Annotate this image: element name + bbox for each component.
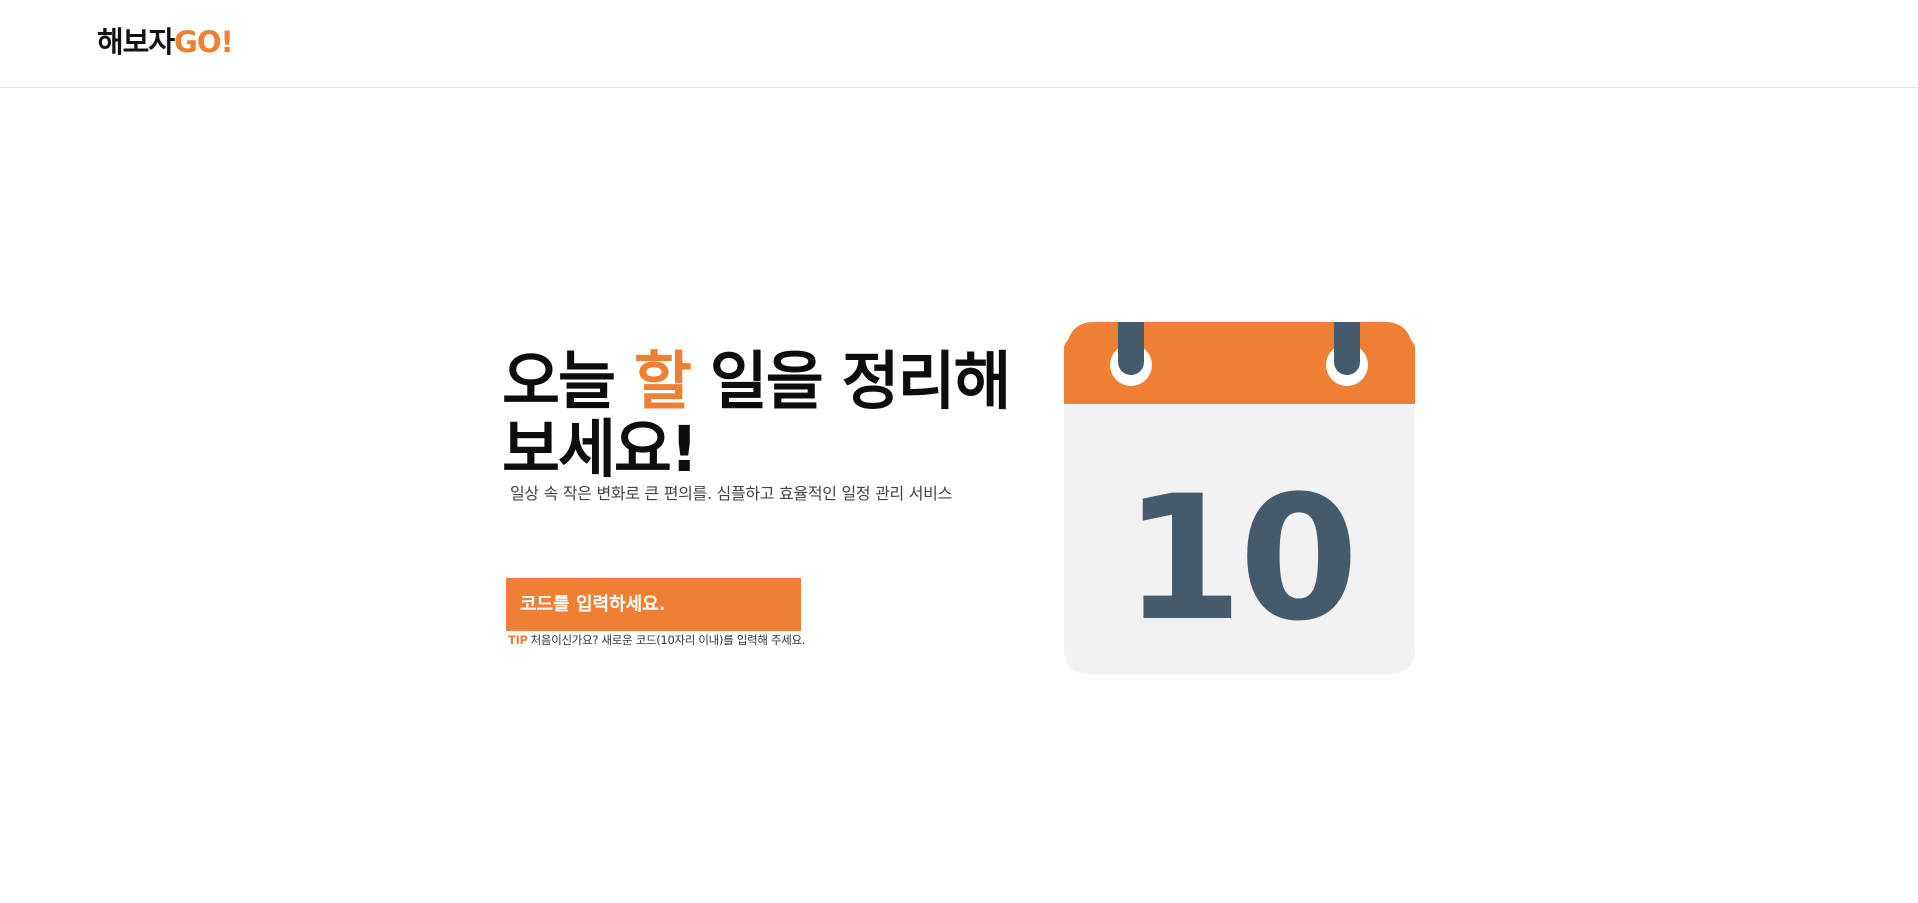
calendar-icon: 10 xyxy=(1064,322,1415,674)
hero-title-accent: 할 xyxy=(633,345,692,418)
calendar-ring-left xyxy=(1118,322,1144,375)
hero-title: 오늘 할 일을 정리해 보세요! xyxy=(502,348,1022,484)
tip-text: TIP 처음이신가요? 새로운 코드(10자리 이내)를 입력해 주세요. xyxy=(508,633,805,647)
logo-text: 해보자 xyxy=(97,25,175,59)
hero-title-part1: 오늘 xyxy=(502,345,634,418)
site-header: 해보자GO! xyxy=(0,0,1918,88)
tip-label: TIP xyxy=(508,633,528,647)
code-input[interactable] xyxy=(506,578,801,631)
calendar-ring-right xyxy=(1334,322,1360,375)
hero-subtitle: 일상 속 작은 변화로 큰 편의를. 심플하고 효율적인 일정 관리 서비스 xyxy=(510,484,952,503)
calendar-day-number: 10 xyxy=(1123,458,1354,659)
logo-accent: GO! xyxy=(174,25,234,59)
tip-message: 처음이신가요? 새로운 코드(10자리 이내)를 입력해 주세요. xyxy=(530,633,806,647)
logo[interactable]: 해보자GO! xyxy=(97,24,234,60)
